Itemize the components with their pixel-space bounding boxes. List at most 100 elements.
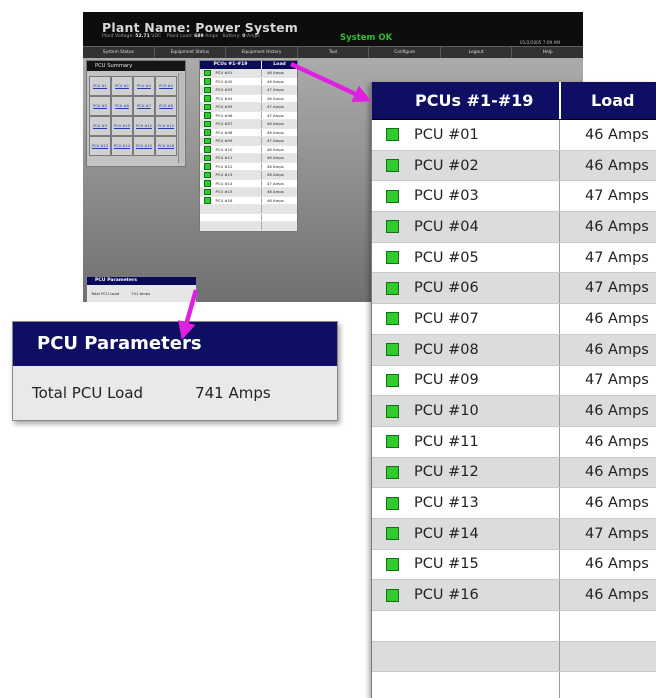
total-pcu-load-value: 741 Amps [195,384,271,402]
pcu-name-cell: PCU #05 [200,103,261,111]
green-square-icon [204,137,211,144]
pcu-name-cell: PCU #03 [200,86,261,94]
pcu-name: PCU #10 [215,146,233,152]
green-square-icon [386,404,399,418]
pcu-summary-button[interactable]: PCU #6 [111,96,133,116]
empty-cell [261,222,297,230]
pcu-name-cell: PCU #03 [372,181,559,211]
green-square-icon [386,373,399,387]
green-square-icon [386,159,399,173]
total-pcu-load-label: Total PCU Load [32,384,144,402]
green-square-icon [204,86,211,93]
pcu-summary-button[interactable]: PCU #13 [89,136,111,156]
green-square-icon [204,154,211,161]
pcu-summary-button[interactable]: PCU #5 [89,96,111,116]
pcu-load-cell: 46 Amps [261,77,297,85]
plant-name: Plant Name: Power System [102,20,299,35]
pcu-load-cell: 46 Amps [261,171,297,179]
pcu-load-cell: 46 Amps [559,426,656,457]
pcu-name-cell: PCU #12 [200,163,261,171]
plant-voltage-label: Plant Voltage: [102,34,134,39]
pcu-name-cell: PCU #14 [200,180,261,188]
pcu-summary-button[interactable]: PCU #3 [133,76,155,96]
mini-total-value: 741 Amps [131,291,151,296]
pcu-load-cell: 47 Amps [261,86,297,94]
table-row: PCU #14 47 Amps [372,518,656,550]
table-row: PCU #01 46 Amps [200,69,297,78]
green-square-icon [386,251,399,265]
green-square-icon [204,171,211,178]
pcu-name: PCU #01 [215,70,233,75]
pcu-load-cell: 47 Amps [559,365,656,396]
pcu-name-cell: PCU #14 [372,519,559,549]
nav-tool[interactable]: Tool [298,47,370,58]
battery-unit: Amps [246,34,260,39]
pcu-name: PCU #09 [414,372,479,389]
green-square-icon [386,312,399,326]
plant-voltage-value: 52.71 [135,34,150,39]
empty-cell [200,214,261,222]
pcu-summary-button[interactable]: PCU #12 [155,116,177,136]
nav-equipment-history[interactable]: Equipment History [226,47,298,58]
pcu-summary-button[interactable]: PCU #11 [133,116,155,136]
pcu-name-cell: PCU #01 [200,69,261,77]
nav-configure[interactable]: Configure [369,47,441,58]
plant-load-label: Plant Load: [167,34,193,39]
app-header: Plant Name: Power System Plant Voltage: … [83,12,583,46]
pcu-load-cell: 46 Amps [261,120,297,128]
table-row: PCU #09 47 Amps [200,137,297,146]
nav-help[interactable]: Help [512,47,583,58]
pcu-name-cell: PCU #15 [200,188,261,196]
mini-total-label: Total PCU Load [91,291,120,296]
pcu-load-cell: 47 Amps [261,103,297,111]
pcu-summary-button[interactable]: PCU #15 [133,136,155,156]
pcu-name: PCU #11 [215,155,233,160]
pcu-name: PCU #14 [414,525,479,542]
pcu-summary-button[interactable]: PCU #7 [133,96,155,116]
pcu-name: PCU #02 [215,78,233,84]
table-row: PCU #15 46 Amps [200,188,297,197]
green-square-icon [204,69,211,76]
green-square-icon [386,527,399,541]
empty-cell [200,222,261,230]
green-square-icon [386,220,399,234]
pcu-summary-button[interactable]: PCU #14 [111,136,133,156]
green-square-icon [204,180,211,187]
pcu-summary-button[interactable]: PCU #4 [155,76,177,96]
mini-pcu-table-header: PCUs #1-#19 Load [200,61,297,69]
pcu-summary-button[interactable]: PCU #1 [89,76,111,96]
nav-logout[interactable]: Logout [441,47,513,58]
nav-system-status[interactable]: System Status [83,47,155,58]
green-square-icon [204,129,211,136]
table-row: PCU #02 46 Amps [200,77,297,86]
empty-row [372,672,656,698]
pcu-name: PCU #07 [414,310,479,327]
pcu-name: PCU #09 [215,138,233,143]
mini-pcu-parameters: PCU Parameters Total PCU Load 741 Amps [86,276,197,302]
empty-cell [261,205,297,213]
pcu-summary-button[interactable]: PCU #2 [111,76,133,96]
pcu-name-cell: PCU #10 [200,146,261,154]
pcu-table-header: PCUs #1-#19 Load [372,82,656,120]
pcu-name: PCU #07 [215,121,233,126]
pcu-summary-button[interactable]: PCU #9 [89,116,111,136]
pcu-name-cell: PCU #13 [372,488,559,518]
pcu-summary-button[interactable]: PCU #10 [111,116,133,136]
empty-row [200,205,297,214]
pcu-load-cell: 47 Amps [559,242,656,273]
table-row: PCU #13 46 Amps [200,171,297,180]
table-row: PCU #09 47 Amps [372,365,656,397]
empty-row [372,641,656,673]
nav-equipment-status[interactable]: Equipment Status [155,47,227,58]
pcu-load-cell: 46 Amps [261,69,297,77]
pcu-name: PCU #06 [215,112,233,118]
mini-params-body: Total PCU Load 741 Amps [87,285,196,296]
pcu-summary-scrollbar[interactable] [178,73,184,163]
pcu-load-cell: 47 Amps [261,137,297,145]
pcu-name-cell: PCU #07 [200,120,261,128]
pcu-table-zoom: PCUs #1-#19 Load PCU #01 46 Amps PCU #02 46… [371,82,656,698]
pcu-name: PCU #01 [414,126,479,143]
empty-row [200,213,297,222]
pcu-summary-button[interactable]: PCU #16 [155,136,177,156]
pcu-summary-button[interactable]: PCU #8 [155,96,177,116]
